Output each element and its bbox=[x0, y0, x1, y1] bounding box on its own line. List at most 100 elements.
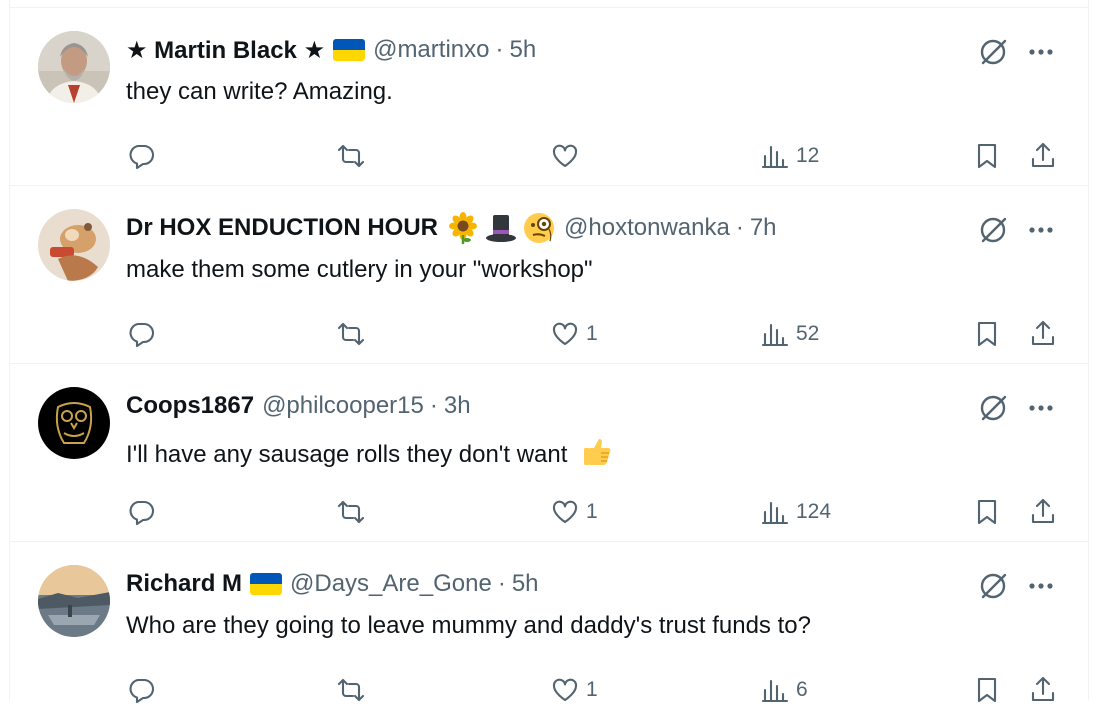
share-button[interactable] bbox=[1028, 670, 1058, 710]
bookmark-icon bbox=[977, 499, 997, 525]
avatar[interactable] bbox=[38, 31, 110, 103]
retweet-icon bbox=[337, 322, 365, 346]
tweet-header: ★ Martin Black ★ @martinxo · 5h bbox=[126, 35, 536, 65]
tweet[interactable]: Coops1867 @philcooper15 · 3h I'll have a… bbox=[10, 363, 1088, 542]
tweet[interactable]: Dr HOX ENDUCTION HOUR @hoxtonwanka · 7h … bbox=[10, 185, 1088, 364]
tweet-actions: 1 124 bbox=[10, 492, 1088, 532]
tweet-text: make them some cutlery in your "workshop… bbox=[126, 256, 593, 283]
retweet-icon bbox=[337, 144, 365, 168]
thumbs-up-emoji-icon bbox=[584, 439, 611, 465]
more-options-icon[interactable] bbox=[1024, 35, 1058, 69]
share-icon bbox=[1031, 142, 1055, 168]
like-count: 1 bbox=[586, 500, 598, 523]
tweet-text: Who are they going to leave mummy and da… bbox=[126, 612, 811, 639]
heart-icon bbox=[552, 144, 578, 168]
bookmark-button[interactable] bbox=[972, 136, 1002, 176]
display-name[interactable]: Richard M bbox=[126, 570, 242, 598]
like-button[interactable]: 1 bbox=[550, 670, 598, 710]
grok-icon[interactable] bbox=[976, 35, 1010, 69]
views-button[interactable]: 124 bbox=[760, 492, 831, 532]
like-count: 1 bbox=[586, 678, 598, 701]
reply-button[interactable] bbox=[126, 492, 162, 532]
timestamp[interactable]: 5h bbox=[509, 36, 536, 64]
user-handle[interactable]: @hoxtonwanka bbox=[564, 214, 730, 242]
ukraine-flag-icon bbox=[250, 573, 283, 595]
like-button[interactable] bbox=[550, 136, 586, 176]
top-hat-emoji-icon bbox=[486, 215, 517, 242]
retweet-icon bbox=[337, 678, 365, 702]
more-options-icon[interactable] bbox=[1024, 391, 1058, 425]
more-options-icon[interactable] bbox=[1024, 213, 1058, 247]
share-button[interactable] bbox=[1028, 492, 1058, 532]
bookmark-icon bbox=[977, 143, 997, 169]
like-count: 1 bbox=[586, 322, 598, 345]
reply-button[interactable] bbox=[126, 670, 162, 710]
tweet-text-content: I'll have any sausage rolls they don't w… bbox=[126, 441, 568, 468]
user-handle[interactable]: @Days_Are_Gone bbox=[290, 570, 492, 598]
display-name[interactable]: Coops1867 bbox=[126, 392, 254, 420]
tweet-text: I'll have any sausage rolls they don't w… bbox=[126, 434, 614, 469]
retweet-button[interactable] bbox=[336, 314, 372, 354]
views-button[interactable]: 6 bbox=[760, 670, 808, 710]
views-icon bbox=[761, 323, 789, 347]
views-count: 12 bbox=[796, 144, 820, 167]
reply-icon bbox=[129, 678, 155, 704]
separator: · bbox=[495, 36, 504, 63]
reply-icon bbox=[129, 322, 155, 348]
views-count: 124 bbox=[796, 500, 832, 523]
display-name[interactable]: ★ Martin Black ★ bbox=[126, 36, 325, 65]
reply-timeline: ★ Martin Black ★ @martinxo · 5h they can… bbox=[9, 0, 1089, 704]
grok-icon[interactable] bbox=[976, 213, 1010, 247]
bookmark-button[interactable] bbox=[972, 314, 1002, 354]
timestamp[interactable]: 5h bbox=[512, 570, 539, 598]
timestamp[interactable]: 7h bbox=[750, 214, 777, 242]
tweet[interactable]: Richard M @Days_Are_Gone · 5h Who are th… bbox=[10, 541, 1088, 720]
separator: · bbox=[735, 214, 744, 241]
avatar[interactable] bbox=[38, 209, 110, 281]
grok-icon[interactable] bbox=[976, 391, 1010, 425]
reply-icon bbox=[129, 144, 155, 170]
share-icon bbox=[1031, 320, 1055, 346]
reply-button[interactable] bbox=[126, 136, 162, 176]
tweet-actions: 12 bbox=[10, 136, 1088, 176]
avatar[interactable] bbox=[38, 387, 110, 459]
bookmark-button[interactable] bbox=[972, 670, 1002, 710]
separator: · bbox=[429, 392, 438, 419]
reply-icon bbox=[129, 500, 155, 526]
share-icon bbox=[1031, 676, 1055, 702]
retweet-button[interactable] bbox=[336, 670, 372, 710]
tweet-header: Dr HOX ENDUCTION HOUR @hoxtonwanka · 7h bbox=[126, 212, 777, 244]
tweet-header: Richard M @Days_Are_Gone · 5h bbox=[126, 569, 539, 599]
retweet-button[interactable] bbox=[336, 136, 372, 176]
avatar[interactable] bbox=[38, 565, 110, 637]
grok-icon[interactable] bbox=[976, 569, 1010, 603]
timestamp[interactable]: 3h bbox=[444, 392, 471, 420]
share-icon bbox=[1031, 498, 1055, 524]
separator: · bbox=[497, 570, 506, 597]
more-options-icon[interactable] bbox=[1024, 569, 1058, 603]
views-count: 6 bbox=[796, 678, 808, 701]
reply-button[interactable] bbox=[126, 314, 162, 354]
bookmark-icon bbox=[977, 321, 997, 347]
like-button[interactable]: 1 bbox=[550, 492, 598, 532]
retweet-button[interactable] bbox=[336, 492, 372, 532]
tweet-actions: 1 52 bbox=[10, 314, 1088, 354]
heart-icon bbox=[552, 322, 578, 346]
views-button[interactable]: 12 bbox=[760, 136, 819, 176]
monocle-face-emoji-icon bbox=[524, 213, 555, 243]
views-icon bbox=[761, 145, 789, 169]
tweet-header: Coops1867 @philcooper15 · 3h bbox=[126, 391, 471, 421]
tweet[interactable]: ★ Martin Black ★ @martinxo · 5h they can… bbox=[10, 7, 1088, 186]
like-button[interactable]: 1 bbox=[550, 314, 598, 354]
user-handle[interactable]: @martinxo bbox=[373, 36, 489, 64]
tweet-actions: 1 6 bbox=[10, 670, 1088, 710]
share-button[interactable] bbox=[1028, 136, 1058, 176]
bookmark-icon bbox=[977, 677, 997, 703]
views-button[interactable]: 52 bbox=[760, 314, 819, 354]
display-name[interactable]: Dr HOX ENDUCTION HOUR bbox=[126, 214, 438, 242]
user-handle[interactable]: @philcooper15 bbox=[262, 392, 424, 420]
bookmark-button[interactable] bbox=[972, 492, 1002, 532]
tweet-text: they can write? Amazing. bbox=[126, 78, 393, 105]
retweet-icon bbox=[337, 500, 365, 524]
share-button[interactable] bbox=[1028, 314, 1058, 354]
